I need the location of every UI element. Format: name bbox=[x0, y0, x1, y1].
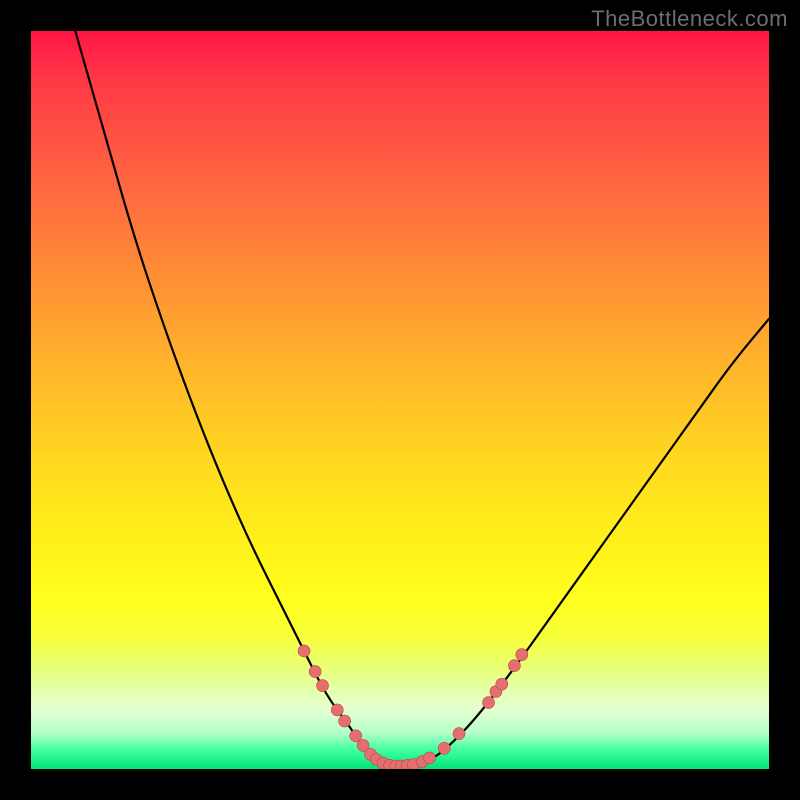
curve-marker bbox=[508, 660, 520, 672]
curve-marker bbox=[516, 649, 528, 661]
curve-marker bbox=[424, 752, 436, 764]
curve-markers bbox=[298, 645, 528, 769]
curve-marker bbox=[496, 678, 508, 690]
chart-container: TheBottleneck.com bbox=[0, 0, 800, 800]
bottleneck-curve-svg bbox=[31, 31, 769, 769]
bottleneck-curve-path bbox=[75, 31, 769, 766]
curve-marker bbox=[453, 728, 465, 740]
curve-marker bbox=[331, 704, 343, 716]
curve-marker bbox=[309, 666, 321, 678]
plot-area bbox=[31, 31, 769, 769]
curve-marker bbox=[438, 742, 450, 754]
curve-marker bbox=[317, 680, 329, 692]
curve-marker bbox=[339, 715, 351, 727]
curve-marker bbox=[298, 645, 310, 657]
curve-marker bbox=[483, 697, 495, 709]
watermark-text: TheBottleneck.com bbox=[591, 6, 788, 32]
